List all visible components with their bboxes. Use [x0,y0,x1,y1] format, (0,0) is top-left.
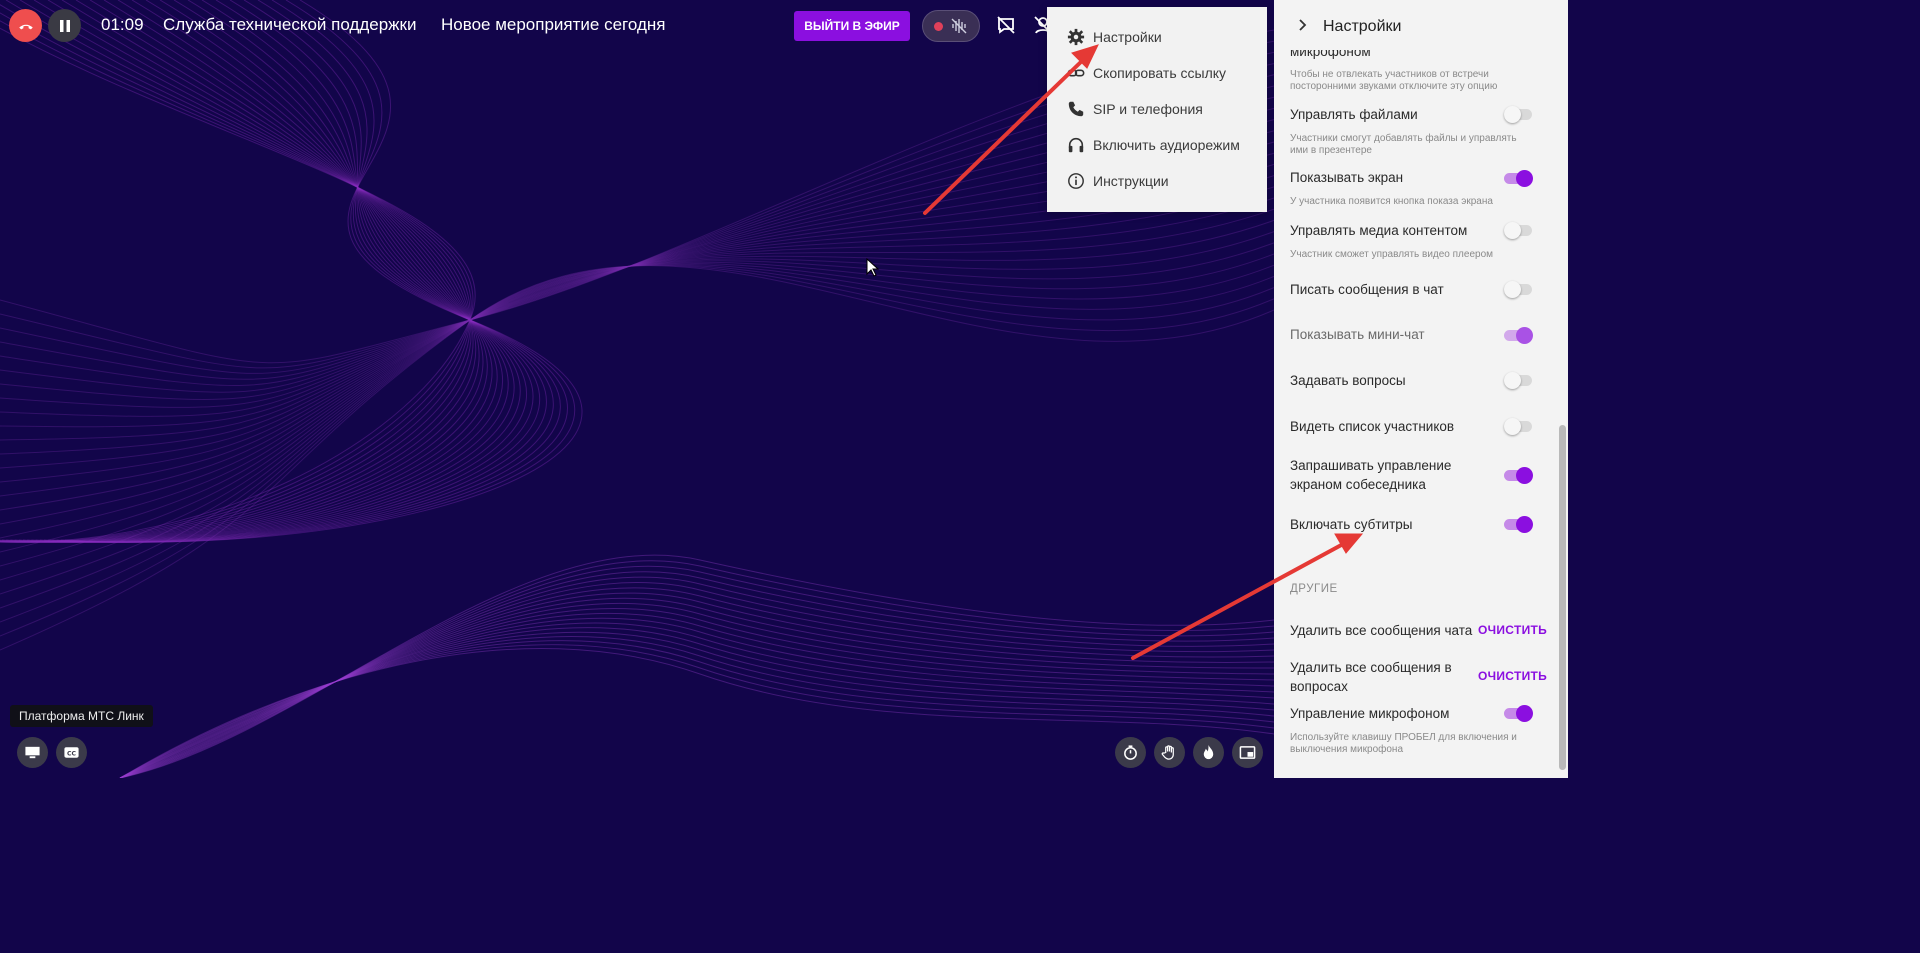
wave-line [52,0,561,543]
menu-item-label: Настройки [1093,29,1162,45]
menu-item-copy-link[interactable]: Скопировать ссылку [1067,61,1226,85]
setting-hint: Участник сможет управлять видео плеером [1290,249,1494,260]
setting-label: Видеть список участников [1290,419,1455,434]
monitor-icon [25,746,40,759]
go-live-button[interactable]: ВЫЙТИ В ЭФИР [794,11,910,41]
panel-header: Настройки [1274,0,1568,50]
subtitles-button[interactable]: CC [56,737,87,768]
pip-icon [1239,746,1256,759]
section-other-heading: ДРУГИЕ [1290,583,1338,595]
toggle-subtitles[interactable] [1504,515,1534,533]
wave-line [119,648,1274,778]
wave-line [119,640,1274,778]
wave-line [0,0,474,543]
toggle-ask-questions[interactable] [1504,371,1534,389]
setting-label: Задавать вопросы [1290,373,1406,388]
setting-hint: У участника появится кнопка показа экран… [1290,196,1493,207]
menu-item-audio-mode[interactable]: Включить аудиорежим [1067,133,1240,157]
wave-line [60,0,575,543]
flame-icon [1203,744,1214,760]
pause-button[interactable] [48,9,81,42]
setting-hint: Используйте клавишу ПРОБЕЛ для включения… [1290,732,1517,755]
wave-line [0,175,1274,483]
setting-label: Писать сообщения в чат [1290,282,1444,297]
menu-item-instructions[interactable]: Инструкции [1067,169,1169,193]
toggle-manage-media[interactable] [1504,221,1534,239]
toggle-manage-files[interactable] [1504,105,1534,123]
wave-line [27,0,521,543]
clear-chat-button[interactable]: ОЧИСТИТЬ [1478,623,1547,637]
headphones-icon [1068,137,1084,153]
toggle-request-screen-control[interactable] [1504,466,1534,484]
pause-icon [59,19,70,32]
menu-item-label: Инструкции [1093,173,1169,189]
setting-label: Включать субтитры [1290,517,1413,532]
noise-suppression-icon [951,18,967,34]
reactions-button[interactable] [1193,737,1224,768]
setting-hint: Участники смогут добавлять файлы и управ… [1290,133,1517,156]
wave-line [119,587,1274,778]
record-toggle[interactable] [922,10,980,42]
wave-line [56,0,568,543]
panel-title: Настройки [1323,18,1402,35]
toggle-show-screen[interactable] [1504,169,1534,187]
wave-line [0,265,1274,651]
setting-label: Запрашивать управление экраном собеседни… [1290,458,1452,492]
wave-line [0,264,1274,637]
link-icon [1067,69,1085,77]
wave-line [0,264,1274,623]
wave-line [0,20,474,543]
wave-line [0,186,1274,497]
end-call-button[interactable] [9,9,42,42]
hang-up-icon [18,24,33,29]
wave-line [6,0,493,543]
closed-captions-icon: CC [64,747,79,758]
wave-line [0,208,1274,525]
picture-in-picture-button[interactable] [1232,737,1263,768]
setting-label: Управление микрофоном [1290,706,1450,721]
stopwatch-icon [1124,745,1137,760]
toggle-write-chat[interactable] [1504,280,1534,298]
gear-icon [1067,28,1085,46]
wave-line [119,635,1274,778]
clear-questions-button[interactable]: ОЧИСТИТЬ [1478,669,1547,683]
toggle-mic-control[interactable] [1504,704,1534,722]
call-timer: 01:09 [101,15,144,34]
menu-item-label: Включить аудиорежим [1093,137,1240,153]
raise-hand-button[interactable] [1154,737,1185,768]
event-name: Новое мероприятие сегодня [441,15,666,34]
hand-icon [1161,745,1174,760]
record-dot-icon [934,21,944,31]
menu-item-label: Скопировать ссылку [1093,65,1227,81]
chevron-right-icon[interactable] [1296,18,1310,32]
scrollbar-thumb[interactable] [1559,425,1566,770]
screen-share-button[interactable] [17,737,48,768]
info-icon [1068,173,1084,189]
wave-line [10,0,498,543]
call-title: Служба технической поддержки [163,15,417,34]
setting-label: Удалить все сообщения в вопросах [1290,660,1452,694]
wave-line [39,0,541,543]
svg-text:CC: CC [67,750,76,757]
settings-panel: микрофоном Чтобы не отвлекать участников… [1274,0,1568,778]
setting-label: Показывать мини-чат [1290,327,1425,342]
options-menu: Настройки Скопировать ссылку SIP и телеф… [1047,7,1267,212]
toggle-see-participants[interactable] [1504,417,1534,435]
setting-label: Управлять файлами [1290,107,1418,122]
menu-item-settings[interactable]: Настройки [1067,25,1162,49]
wave-line [119,565,1274,778]
platform-tooltip: Платформа МТС Линк [10,705,153,727]
chat-off-icon[interactable] [995,14,1017,36]
setting-label: Показывать экран [1290,170,1404,185]
toggle-mini-chat[interactable] [1504,326,1534,344]
timer-button[interactable] [1115,737,1146,768]
setting-label: Управлять медиа контентом [1290,223,1468,238]
menu-item-label: SIP и телефония [1093,101,1203,117]
menu-item-sip[interactable]: SIP и телефония [1067,97,1203,121]
setting-hint: Чтобы не отвлекать участников от встречи… [1290,69,1498,92]
setting-label: Удалить все сообщения чата [1290,623,1473,638]
phone-icon [1068,101,1084,117]
